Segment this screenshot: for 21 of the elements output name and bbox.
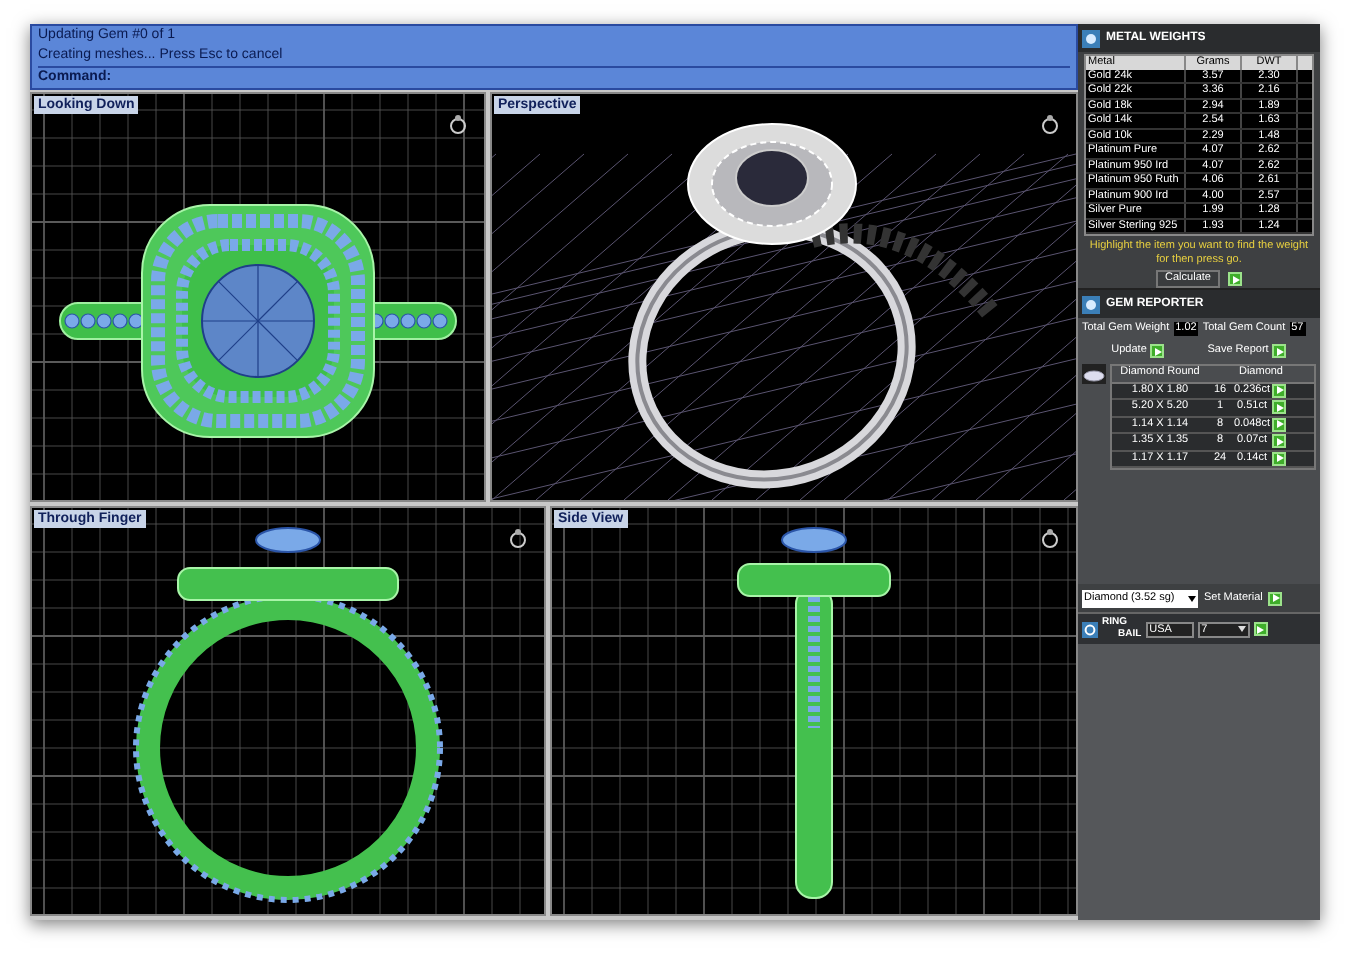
play-icon xyxy=(1231,275,1240,283)
go-button[interactable] xyxy=(1268,591,1283,605)
play-icon xyxy=(1256,625,1265,633)
go-button[interactable] xyxy=(1272,400,1286,415)
go-button[interactable] xyxy=(1272,344,1287,358)
play-icon xyxy=(1153,347,1162,355)
play-icon xyxy=(1275,347,1284,355)
ring-icon xyxy=(1082,621,1098,637)
caret-icon xyxy=(1188,595,1196,601)
panel-icon xyxy=(1082,295,1100,313)
go-button[interactable] xyxy=(1228,272,1243,286)
ring-icon xyxy=(1040,114,1060,134)
go-button[interactable] xyxy=(1150,344,1165,358)
ring-icon xyxy=(508,528,528,548)
panel-icon xyxy=(1082,29,1100,47)
go-button[interactable] xyxy=(1272,434,1286,449)
caret-icon xyxy=(1237,626,1246,632)
ring-icon xyxy=(448,114,468,134)
play-icon xyxy=(1271,594,1280,602)
ring-icon xyxy=(1040,528,1060,548)
go-button[interactable] xyxy=(1253,622,1268,636)
